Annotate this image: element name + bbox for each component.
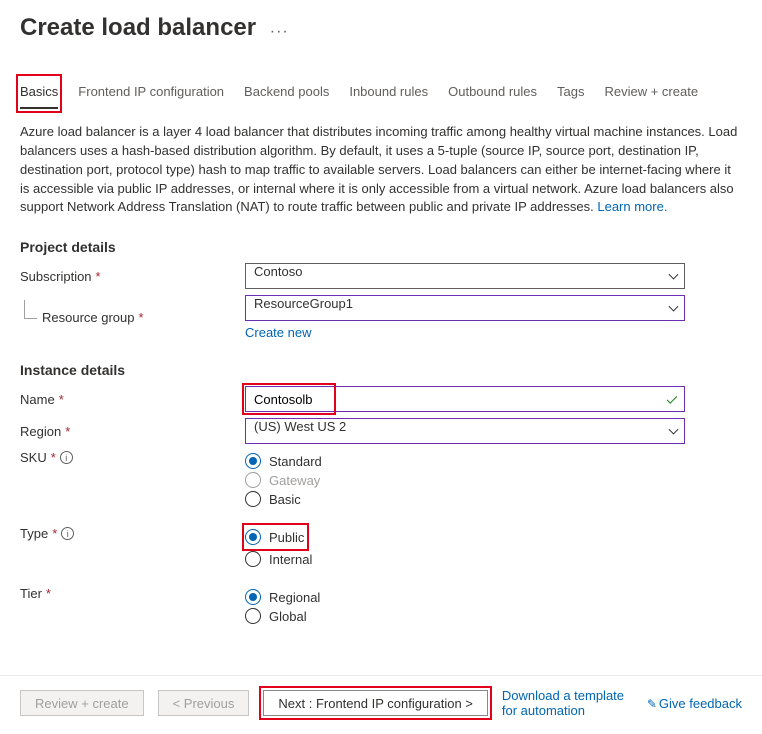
page-title: Create load balancer xyxy=(20,14,256,42)
region-select[interactable]: (US) West US 2 xyxy=(245,418,685,444)
radio-checked-icon xyxy=(245,589,261,605)
tab-tags[interactable]: Tags xyxy=(557,78,584,109)
tier-regional-radio[interactable]: Regional xyxy=(245,589,685,605)
project-details-heading: Project details xyxy=(20,239,742,255)
sku-label: SKU* i xyxy=(20,450,245,465)
sku-gateway-radio[interactable]: Gateway xyxy=(245,472,685,488)
more-icon[interactable]: ··· xyxy=(270,23,289,41)
review-create-button[interactable]: Review + create xyxy=(20,690,144,716)
type-label: Type* i xyxy=(20,526,245,541)
tier-label: Tier* xyxy=(20,586,245,601)
radio-icon xyxy=(245,491,261,507)
tab-outbound-rules[interactable]: Outbound rules xyxy=(448,78,537,109)
type-public-radio[interactable]: Public xyxy=(245,529,304,545)
previous-button[interactable]: < Previous xyxy=(158,690,250,716)
radio-checked-icon xyxy=(245,529,261,545)
radio-checked-icon xyxy=(245,453,261,469)
radio-icon xyxy=(245,608,261,624)
tab-basics[interactable]: Basics xyxy=(20,78,58,109)
radio-icon xyxy=(245,551,261,567)
resource-group-label: Resource group* xyxy=(20,310,245,325)
tabs: Basics Frontend IP configuration Backend… xyxy=(20,78,742,109)
radio-icon xyxy=(245,472,261,488)
instance-details-heading: Instance details xyxy=(20,362,742,378)
learn-more-link[interactable]: Learn more. xyxy=(597,199,667,214)
tab-frontend-ip[interactable]: Frontend IP configuration xyxy=(78,78,224,109)
name-label: Name* xyxy=(20,392,245,407)
subscription-select[interactable]: Contoso xyxy=(245,263,685,289)
type-internal-radio[interactable]: Internal xyxy=(245,551,685,567)
subscription-label: Subscription* xyxy=(20,269,245,284)
tab-review-create[interactable]: Review + create xyxy=(604,78,698,109)
info-icon[interactable]: i xyxy=(60,451,73,464)
region-label: Region* xyxy=(20,424,245,439)
next-button[interactable]: Next : Frontend IP configuration > xyxy=(263,690,488,716)
tab-backend-pools[interactable]: Backend pools xyxy=(244,78,329,109)
resource-group-select[interactable]: ResourceGroup1 xyxy=(245,295,685,321)
info-icon[interactable]: i xyxy=(61,527,74,540)
name-input[interactable] xyxy=(245,386,685,412)
give-feedback-link[interactable]: ✎Give feedback xyxy=(647,696,742,711)
download-template-link[interactable]: Download a template for automation xyxy=(502,688,633,718)
sku-basic-radio[interactable]: Basic xyxy=(245,491,685,507)
feedback-icon: ✎ xyxy=(647,697,657,711)
sku-standard-radio[interactable]: Standard xyxy=(245,453,685,469)
description-text: Azure load balancer is a layer 4 load ba… xyxy=(20,123,742,217)
footer: Review + create < Previous Next : Fronte… xyxy=(0,675,762,734)
create-new-link[interactable]: Create new xyxy=(245,325,311,340)
tab-inbound-rules[interactable]: Inbound rules xyxy=(349,78,428,109)
tier-global-radio[interactable]: Global xyxy=(245,608,685,624)
